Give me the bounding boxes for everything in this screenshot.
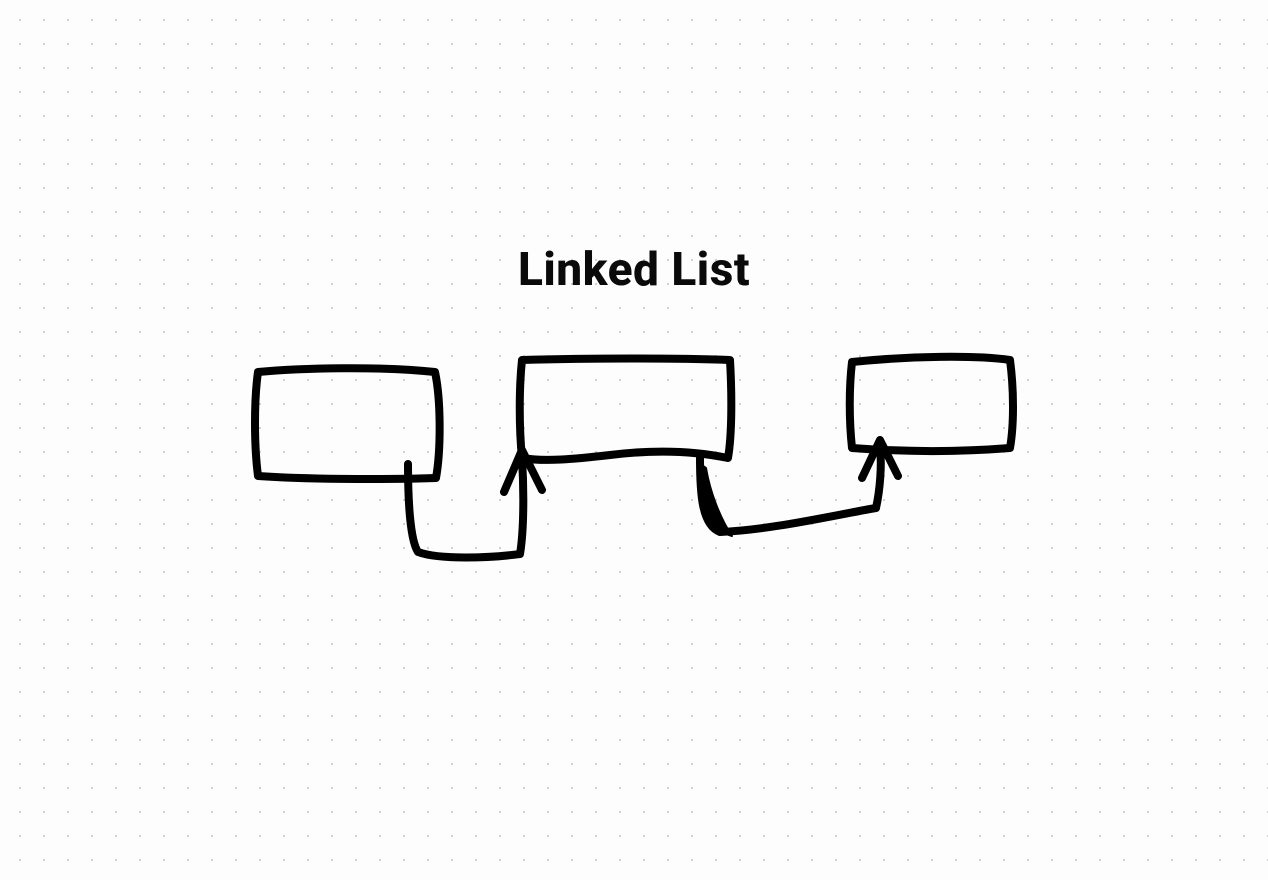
node-box-2[interactable]	[520, 359, 732, 460]
node-box-3[interactable]	[850, 357, 1013, 451]
linked-list-diagram[interactable]	[0, 0, 1268, 880]
node-box-1[interactable]	[255, 368, 440, 479]
link-arrow-1[interactable]	[408, 458, 523, 558]
link-arrow-2-base	[698, 462, 732, 536]
